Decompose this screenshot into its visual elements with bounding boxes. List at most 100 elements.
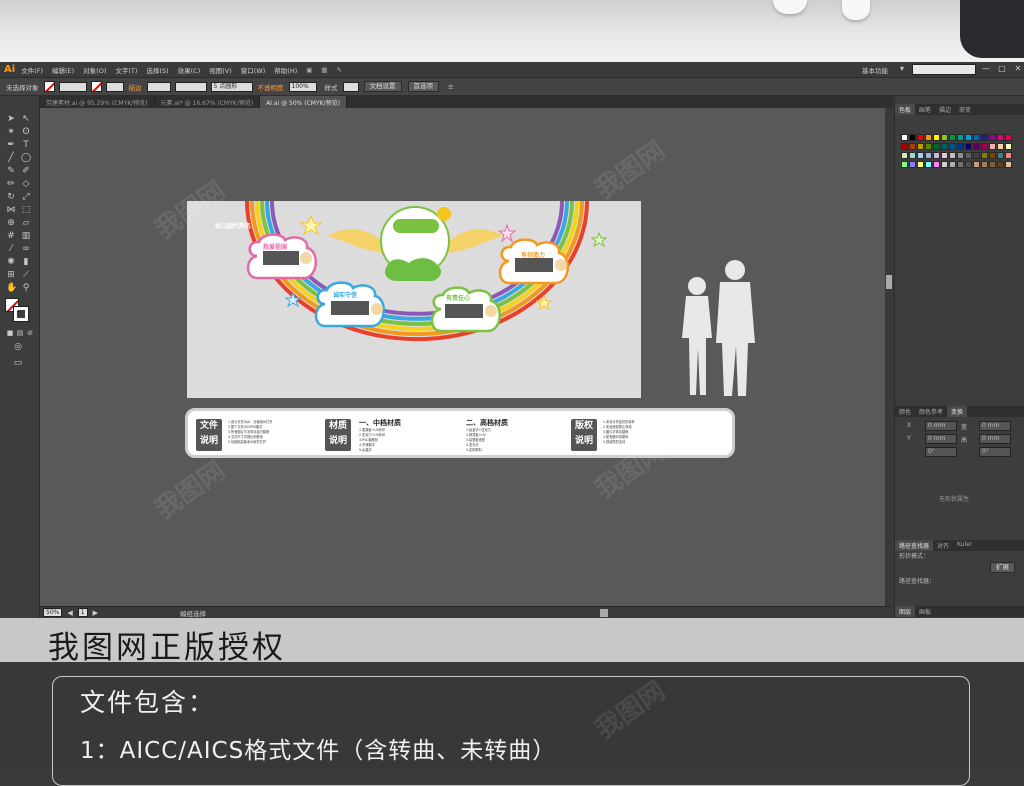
- transform-w-input[interactable]: 0 mm: [979, 421, 1011, 431]
- color-swatch[interactable]: [981, 161, 988, 168]
- eyedropper-icon[interactable]: ⁄: [6, 244, 16, 254]
- paintbrush-icon[interactable]: ✎: [6, 166, 16, 176]
- menu-select[interactable]: 选择(S): [146, 65, 168, 75]
- color-swatch[interactable]: [917, 134, 924, 141]
- width-tool-icon[interactable]: ⋈: [6, 205, 16, 215]
- bridge-icon[interactable]: ▣: [306, 66, 312, 74]
- menu-text[interactable]: 文字(T): [115, 65, 137, 75]
- close-button[interactable]: ✕: [1012, 64, 1024, 75]
- mesh-icon[interactable]: #: [6, 231, 16, 241]
- prev-artboard-icon[interactable]: ◀: [67, 609, 72, 617]
- color-swatch[interactable]: [941, 152, 948, 159]
- tab-color-guide[interactable]: 颜色参考: [915, 406, 947, 417]
- color-swatch[interactable]: [965, 152, 972, 159]
- tab-layers[interactable]: 图层: [895, 606, 916, 617]
- color-swatch[interactable]: [997, 161, 1004, 168]
- color-swatch[interactable]: [901, 161, 908, 168]
- menu-effect[interactable]: 效果(C): [178, 65, 201, 75]
- color-swatch[interactable]: [933, 134, 940, 141]
- color-swatch[interactable]: [1005, 161, 1012, 168]
- color-swatch[interactable]: [1005, 134, 1012, 141]
- color-swatch[interactable]: [949, 134, 956, 141]
- document-setup-button[interactable]: 文档设置: [363, 81, 402, 92]
- color-swatch[interactable]: [957, 161, 964, 168]
- color-swatch[interactable]: [965, 134, 972, 141]
- color-swatch[interactable]: [941, 143, 948, 150]
- none-mode-icon[interactable]: ⊘: [25, 328, 35, 338]
- zoom-dropdown[interactable]: 50%: [43, 608, 63, 617]
- menu-edit[interactable]: 编辑(E): [52, 65, 74, 75]
- color-swatch[interactable]: [917, 152, 924, 159]
- color-swatch[interactable]: [949, 161, 956, 168]
- tab-document-active[interactable]: AI.ai @ 50% (CMYK/预览): [260, 96, 347, 108]
- color-swatch[interactable]: [917, 143, 924, 150]
- tab-gradient[interactable]: 渐变: [955, 104, 975, 115]
- color-swatch[interactable]: [965, 143, 972, 150]
- tab-align[interactable]: 对齐: [933, 540, 953, 551]
- symbol-sprayer-icon[interactable]: ✺: [6, 257, 16, 267]
- color-swatch[interactable]: [989, 152, 996, 159]
- color-swatch[interactable]: [925, 161, 932, 168]
- preferences-button[interactable]: 首选项: [407, 81, 439, 92]
- line-tool-icon[interactable]: ╱: [6, 153, 16, 163]
- color-swatch[interactable]: [925, 134, 932, 141]
- tab-color[interactable]: 颜色: [895, 406, 915, 417]
- stroke-label[interactable]: 描边: [129, 82, 142, 92]
- color-swatch[interactable]: [901, 152, 908, 159]
- vertical-scrollbar[interactable]: [885, 108, 893, 606]
- color-swatch[interactable]: [909, 134, 916, 141]
- color-swatch[interactable]: [981, 143, 988, 150]
- style-dropdown[interactable]: [342, 81, 359, 92]
- color-swatch[interactable]: [973, 143, 980, 150]
- menu-help[interactable]: 帮助(H): [274, 65, 297, 75]
- tab-kuler[interactable]: Kuler: [953, 540, 976, 551]
- type-tool-icon[interactable]: T: [21, 140, 31, 150]
- zoom-icon[interactable]: ⚲: [21, 283, 31, 293]
- expand-button[interactable]: 扩展: [990, 562, 1015, 573]
- brush-dropdown[interactable]: 5 点圆形: [210, 81, 253, 92]
- opacity-label[interactable]: 不透明度: [258, 82, 284, 92]
- free-transform-icon[interactable]: ⬚: [21, 205, 31, 215]
- color-swatch[interactable]: [965, 161, 972, 168]
- magic-wand-icon[interactable]: ✶: [6, 127, 16, 137]
- color-swatch[interactable]: [989, 161, 996, 168]
- color-swatch[interactable]: [917, 161, 924, 168]
- fill-dropdown[interactable]: [58, 81, 87, 92]
- gradient-icon[interactable]: ▥: [21, 231, 31, 241]
- color-swatch[interactable]: [989, 143, 996, 150]
- tab-swatches[interactable]: 色板: [895, 104, 916, 115]
- color-swatch[interactable]: [933, 143, 940, 150]
- transform-y-input[interactable]: 0 mm: [925, 434, 957, 444]
- stroke-dropdown[interactable]: [105, 81, 124, 92]
- transform-x-input[interactable]: 0 mm: [925, 421, 957, 431]
- arrange-icon[interactable]: ▦: [321, 66, 327, 74]
- tab-stroke[interactable]: 描边: [935, 104, 955, 115]
- blob-brush-icon[interactable]: ✏: [6, 179, 16, 189]
- color-swatch[interactable]: [957, 152, 964, 159]
- menu-view[interactable]: 视图(V): [209, 65, 232, 75]
- selection-tool-icon[interactable]: ➤: [6, 114, 16, 124]
- color-swatch[interactable]: [997, 134, 1004, 141]
- maximize-button[interactable]: □: [996, 64, 1008, 75]
- color-swatch[interactable]: [973, 152, 980, 159]
- color-swatch[interactable]: [989, 134, 996, 141]
- more-options-icon[interactable]: ≡: [448, 83, 453, 91]
- menu-window[interactable]: 窗口(W): [241, 65, 266, 75]
- variable-width-dropdown[interactable]: [174, 81, 207, 92]
- stroke-color-icon[interactable]: [13, 306, 29, 322]
- color-swatch[interactable]: [901, 134, 908, 141]
- color-swatch[interactable]: [997, 152, 1004, 159]
- swatch-grid[interactable]: [901, 134, 1017, 202]
- color-swatch[interactable]: [973, 161, 980, 168]
- color-swatch[interactable]: [933, 152, 940, 159]
- pencil-icon[interactable]: ✐: [21, 166, 31, 176]
- tab-document[interactable]: 元素.ai* @ 16.67% (CMYK/预览): [155, 96, 261, 108]
- screen-mode-icon[interactable]: ▭: [13, 358, 23, 368]
- fill-swatch-icon[interactable]: [43, 81, 55, 92]
- slice-icon[interactable]: ⟋: [21, 270, 31, 280]
- shape-builder-icon[interactable]: ⊕: [6, 218, 16, 228]
- color-swatch[interactable]: [1005, 152, 1012, 159]
- rotate-angle-input[interactable]: 0°: [925, 447, 957, 457]
- stroke-weight-input[interactable]: [146, 81, 171, 92]
- color-swatch[interactable]: [957, 143, 964, 150]
